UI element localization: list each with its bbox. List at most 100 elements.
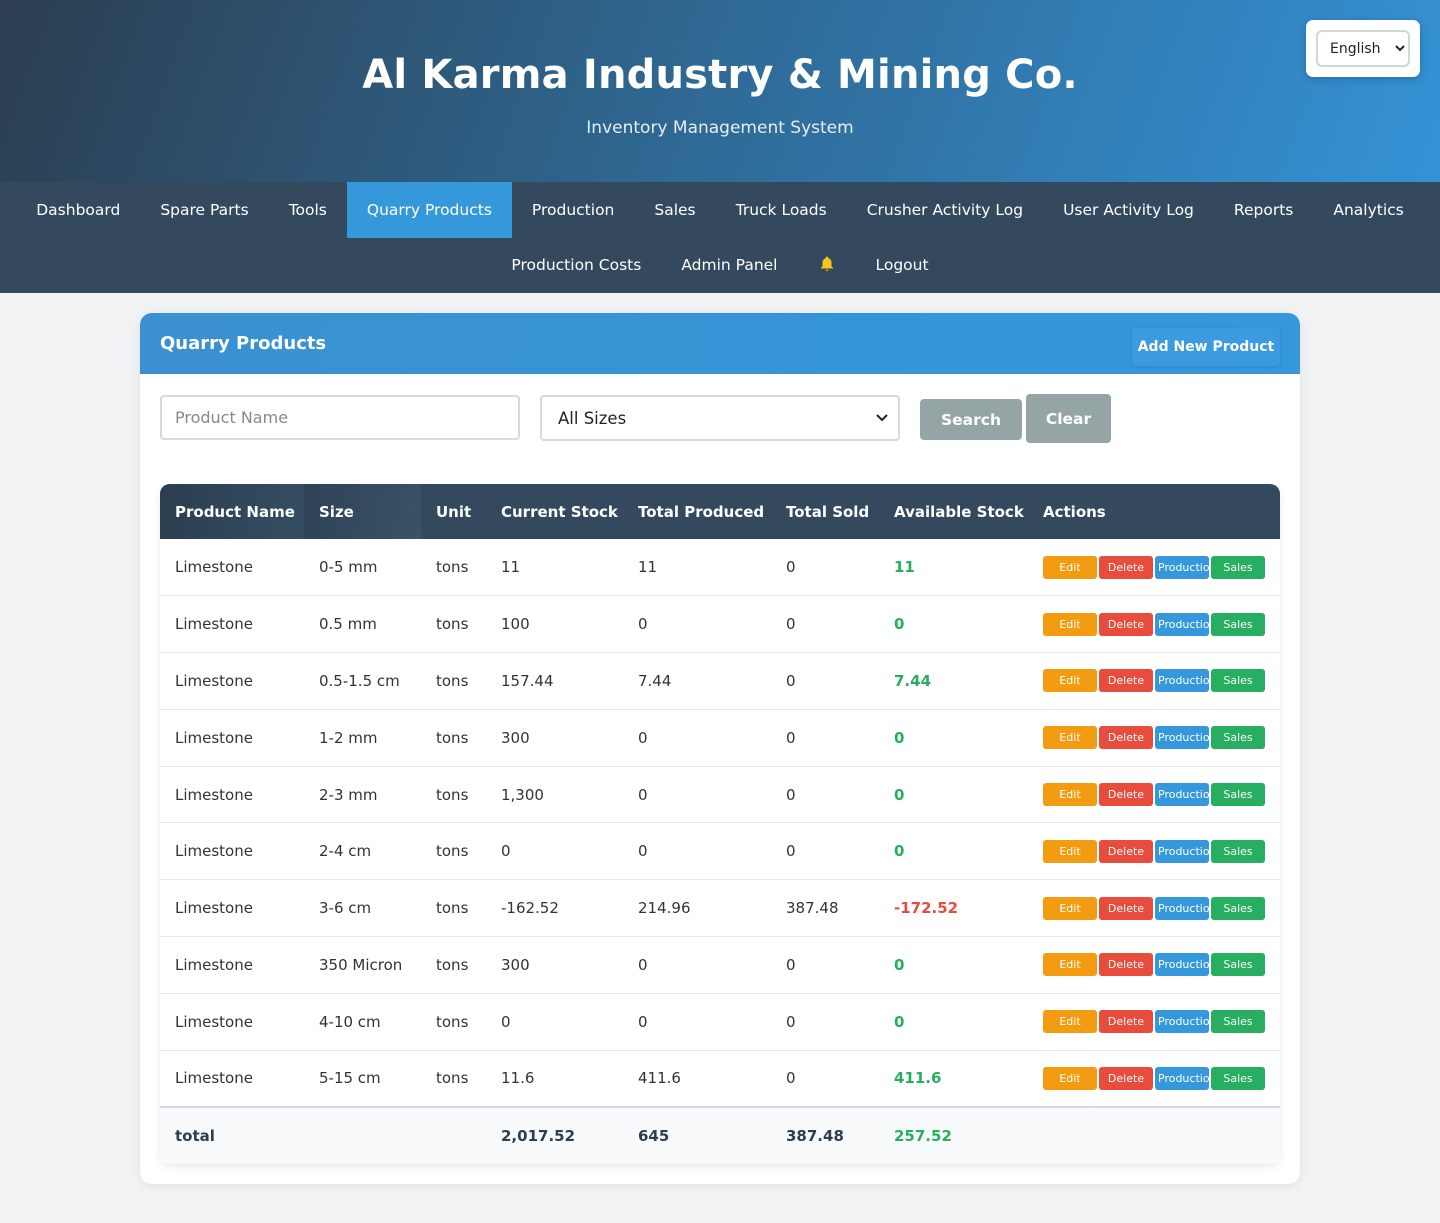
cell-product-name: Limestone <box>175 671 253 690</box>
clear-button[interactable]: Clear <box>1026 394 1111 443</box>
cell-available-stock: 0 <box>894 955 905 974</box>
language-selector-box: English <box>1306 20 1420 77</box>
cell-current-stock: 157.44 <box>501 671 554 690</box>
language-select[interactable]: English <box>1316 30 1410 67</box>
cell-available-stock: 0 <box>894 728 905 747</box>
production-button[interactable]: Production <box>1155 555 1209 579</box>
size-select[interactable]: All Sizes <box>540 395 900 441</box>
edit-button[interactable]: Edit <box>1043 896 1097 920</box>
nav-item-dashboard[interactable]: Dashboard <box>16 182 140 238</box>
table-row: Limestone 1-2 mm tons 300 0 0 0 Edit Delete Produ… <box>160 709 1280 767</box>
delete-button[interactable]: Delete <box>1099 726 1153 750</box>
main-nav: Dashboard Spare Parts Tools Quarry Products… <box>0 182 1440 293</box>
delete-button[interactable]: Delete <box>1099 612 1153 636</box>
production-button[interactable]: Production <box>1155 896 1209 920</box>
production-button[interactable]: Production <box>1155 953 1209 977</box>
edit-button[interactable]: Edit <box>1043 1010 1097 1034</box>
sales-button[interactable]: Sales <box>1211 612 1265 636</box>
row-actions: EditDeleteProductionSales <box>1043 669 1280 693</box>
nav-item-analytics[interactable]: Analytics <box>1313 182 1423 238</box>
edit-button[interactable]: Edit <box>1043 953 1097 977</box>
nav-item-production-costs[interactable]: Production Costs <box>491 238 661 293</box>
sales-button[interactable]: Sales <box>1211 726 1265 750</box>
cell-actions: EditDeleteProductionSales <box>1028 596 1280 653</box>
nav-item-crusher-activity-log[interactable]: Crusher Activity Log <box>847 182 1043 238</box>
cell-available-stock: -172.52 <box>894 899 959 918</box>
nav-item-notifications[interactable] <box>798 238 856 293</box>
sales-button[interactable]: Sales <box>1211 839 1265 863</box>
nav-item-reports[interactable]: Reports <box>1214 182 1313 238</box>
cell-total-sold: 0 <box>786 785 796 804</box>
delete-button[interactable]: Delete <box>1099 1010 1153 1034</box>
row-actions: EditDeleteProductionSales <box>1043 1066 1280 1090</box>
sales-button[interactable]: Sales <box>1211 783 1265 807</box>
column-header-product-name: Product Name <box>160 484 304 539</box>
cell-total-sold: 0 <box>786 955 796 974</box>
edit-button[interactable]: Edit <box>1043 1066 1097 1090</box>
cell-product-name: Limestone <box>175 1012 253 1031</box>
cell-size: 2-4 cm <box>319 842 372 861</box>
delete-button[interactable]: Delete <box>1099 1066 1153 1090</box>
production-button[interactable]: Production <box>1155 1066 1209 1090</box>
delete-button[interactable]: Delete <box>1099 839 1153 863</box>
cell-total-sold: 0 <box>786 671 796 690</box>
cell-size: 4-10 cm <box>319 1012 381 1031</box>
sales-button[interactable]: Sales <box>1211 555 1265 579</box>
production-button[interactable]: Production <box>1155 726 1209 750</box>
production-button[interactable]: Production <box>1155 1010 1209 1034</box>
cell-unit: tons <box>436 728 469 747</box>
cell-actions: EditDeleteProductionSales <box>1028 937 1280 994</box>
cell-actions: EditDeleteProductionSales <box>1028 1050 1280 1107</box>
nav-item-logout[interactable]: Logout <box>856 238 949 293</box>
system-subtitle: Inventory Management System <box>586 118 854 138</box>
nav-item-sales[interactable]: Sales <box>634 182 715 238</box>
sales-button[interactable]: Sales <box>1211 669 1265 693</box>
delete-button[interactable]: Delete <box>1099 896 1153 920</box>
table-row: Limestone 5-15 cm tons 11.6 411.6 0 411.6 Edit D… <box>160 1050 1280 1107</box>
column-header-available-stock: Available Stock <box>894 502 1024 521</box>
edit-button[interactable]: Edit <box>1043 555 1097 579</box>
product-name-input[interactable]: Product Name <box>160 395 520 440</box>
delete-button[interactable]: Delete <box>1099 555 1153 579</box>
size-select-value: All Sizes <box>558 408 627 428</box>
cell-size: 0.5-1.5 cm <box>319 671 400 690</box>
cell-unit: tons <box>436 615 469 634</box>
nav-item-quarry-products[interactable]: Quarry Products <box>346 182 512 238</box>
edit-button[interactable]: Edit <box>1043 839 1097 863</box>
production-button[interactable]: Production <box>1155 839 1209 863</box>
cell-total-sold: 0 <box>786 1069 796 1088</box>
production-button[interactable]: Production <box>1155 669 1209 693</box>
nav-item-production[interactable]: Production <box>512 182 634 238</box>
edit-button[interactable]: Edit <box>1043 726 1097 750</box>
cell-total-produced: 7.44 <box>638 671 672 690</box>
nav-item-tools[interactable]: Tools <box>269 182 347 238</box>
edit-button[interactable]: Edit <box>1043 783 1097 807</box>
cell-unit: tons <box>436 842 469 861</box>
cell-current-stock: -162.52 <box>501 899 559 918</box>
nav-item-admin-panel[interactable]: Admin Panel <box>661 238 797 293</box>
cell-unit: tons <box>436 955 469 974</box>
cell-current-stock: 1,300 <box>501 785 544 804</box>
delete-button[interactable]: Delete <box>1099 783 1153 807</box>
sales-button[interactable]: Sales <box>1211 896 1265 920</box>
table-body: Limestone 0-5 mm tons 11 11 0 11 Edit Delete Prod… <box>160 539 1280 1107</box>
edit-button[interactable]: Edit <box>1043 669 1097 693</box>
cell-size: 3-6 cm <box>319 899 372 918</box>
edit-button[interactable]: Edit <box>1043 612 1097 636</box>
delete-button[interactable]: Delete <box>1099 669 1153 693</box>
production-button[interactable]: Production <box>1155 783 1209 807</box>
sales-button[interactable]: Sales <box>1211 1010 1265 1034</box>
column-header-actions: Actions <box>1043 502 1106 521</box>
nav-item-spare-parts[interactable]: Spare Parts <box>140 182 268 238</box>
search-button[interactable]: Search <box>920 399 1022 440</box>
sales-button[interactable]: Sales <box>1211 1066 1265 1090</box>
delete-button[interactable]: Delete <box>1099 953 1153 977</box>
production-button[interactable]: Production <box>1155 612 1209 636</box>
total-current-stock: 2,017.52 <box>501 1126 576 1145</box>
sales-button[interactable]: Sales <box>1211 953 1265 977</box>
products-table: Product Name Size Unit Current Stock Total P… <box>160 484 1280 1164</box>
add-new-product-button[interactable]: Add New Product <box>1132 327 1280 366</box>
cell-total-produced: 0 <box>638 785 648 804</box>
nav-item-truck-loads[interactable]: Truck Loads <box>716 182 847 238</box>
nav-item-user-activity-log[interactable]: User Activity Log <box>1043 182 1214 238</box>
